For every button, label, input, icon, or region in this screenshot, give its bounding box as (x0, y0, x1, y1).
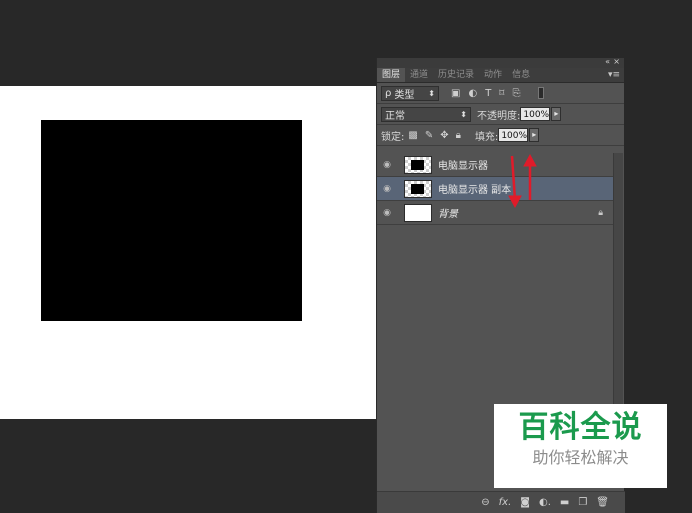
tab-channels[interactable]: 通道 (405, 68, 433, 82)
lock-row: 锁定: ▩ ✎ ✥ 🔒︎ 填充: 100% ▸ (377, 125, 624, 146)
opacity-label: 不透明度: (477, 110, 521, 122)
tab-history[interactable]: 历史记录 (433, 68, 479, 82)
search-icon: ρ (385, 87, 392, 99)
watermark-title: 百科全说 (518, 410, 643, 445)
watermark-subtitle: 助你轻松解决 (532, 448, 629, 467)
trash-icon[interactable]: 🗑︎ (596, 497, 609, 508)
panel-title-bar: « × (377, 57, 624, 68)
type-filter-icon[interactable]: T (485, 88, 491, 99)
panel-bottom-toolbar: ⊖ fx. ◙ ◐. ▬ ❐ 🗑︎ (377, 491, 625, 513)
layer-name: 电脑显示器 (438, 161, 488, 172)
lock-icon: 🔒︎ (598, 207, 603, 218)
annotation-arrows (508, 153, 537, 209)
layer-name: 电脑显示器 副本 (438, 185, 512, 196)
blend-row: 正常 ⬍ 不透明度: 100% ▸ (377, 104, 624, 125)
filter-kind-label: 类型 (394, 89, 415, 101)
monitor-rectangle (41, 120, 302, 321)
lock-paint-icon[interactable]: ✎ (425, 130, 433, 141)
tab-layers[interactable]: 图层 (377, 68, 406, 82)
panel-menu-icon[interactable]: ▾≡ (608, 68, 620, 83)
lock-all-icon[interactable]: 🔒︎ (456, 130, 461, 141)
down-arrow-icon (508, 155, 522, 209)
lock-position-icon[interactable]: ✥ (440, 130, 448, 141)
stepper-icon: ⬍ (428, 88, 435, 98)
fill-dropdown[interactable]: ▸ (529, 128, 540, 142)
filter-row: ρ 类型 ⬍ ▣ ◐ T ⌑ ⎘ (377, 83, 624, 104)
fx-icon[interactable]: fx. (499, 497, 512, 508)
filter-toggle[interactable] (538, 87, 545, 99)
tab-info[interactable]: 信息 (507, 68, 535, 82)
adjustment-icon[interactable]: ◐. (539, 497, 551, 508)
close-icon[interactable]: × (613, 57, 620, 66)
up-arrow-icon (523, 153, 537, 200)
blend-mode-select[interactable]: 正常 ⬍ (381, 106, 471, 122)
document-canvas[interactable] (0, 86, 376, 419)
eye-icon[interactable]: ◉ (377, 208, 397, 218)
image-filter-icon[interactable]: ▣ (451, 88, 460, 99)
layer-row[interactable]: ◉ 电脑显示器 (377, 153, 613, 177)
mask-icon[interactable]: ◙ (520, 497, 530, 508)
eye-icon[interactable]: ◉ (377, 160, 397, 170)
watermark-logo: 百科全说 助你轻松解决 (494, 404, 667, 488)
fill-input[interactable]: 100% (498, 128, 529, 142)
adjustment-filter-icon[interactable]: ◐ (468, 88, 477, 99)
layer-thumbnail (404, 179, 432, 198)
link-icon[interactable]: ⊖ (481, 497, 489, 508)
smart-object-filter-icon[interactable]: ⎘ (512, 88, 520, 99)
lock-transparent-icon[interactable]: ▩ (408, 130, 417, 141)
filter-kind-select[interactable]: ρ 类型 ⬍ (381, 85, 439, 101)
stepper-icon: ⬍ (460, 109, 467, 119)
group-folder-icon[interactable]: ▬ (560, 497, 569, 508)
layer-row-selected[interactable]: ◉ 电脑显示器 副本 (377, 177, 613, 201)
tab-actions[interactable]: 动作 (479, 68, 507, 82)
layer-list: ◉ 电脑显示器 ◉ 电脑显示器 副本 ◉ 背景 🔒︎ (377, 153, 613, 225)
shape-filter-icon[interactable]: ⌑ (499, 88, 504, 99)
layer-thumbnail (404, 203, 432, 222)
layer-row-background[interactable]: ◉ 背景 🔒︎ (377, 201, 613, 225)
opacity-dropdown[interactable]: ▸ (551, 107, 562, 121)
fill-label: 填充: (474, 131, 499, 143)
blend-mode-value: 正常 (385, 110, 405, 122)
collapse-icon[interactable]: « (605, 57, 610, 66)
eye-icon[interactable]: ◉ (377, 184, 397, 194)
lock-label: 锁定: (381, 131, 405, 143)
panel-tabs: 图层 通道 历史记录 动作 信息 ▾≡ (377, 68, 624, 83)
layer-thumbnail (404, 155, 432, 174)
opacity-input[interactable]: 100% (520, 107, 551, 121)
layer-name: 背景 (438, 209, 458, 220)
new-layer-icon[interactable]: ❐ (578, 497, 587, 508)
